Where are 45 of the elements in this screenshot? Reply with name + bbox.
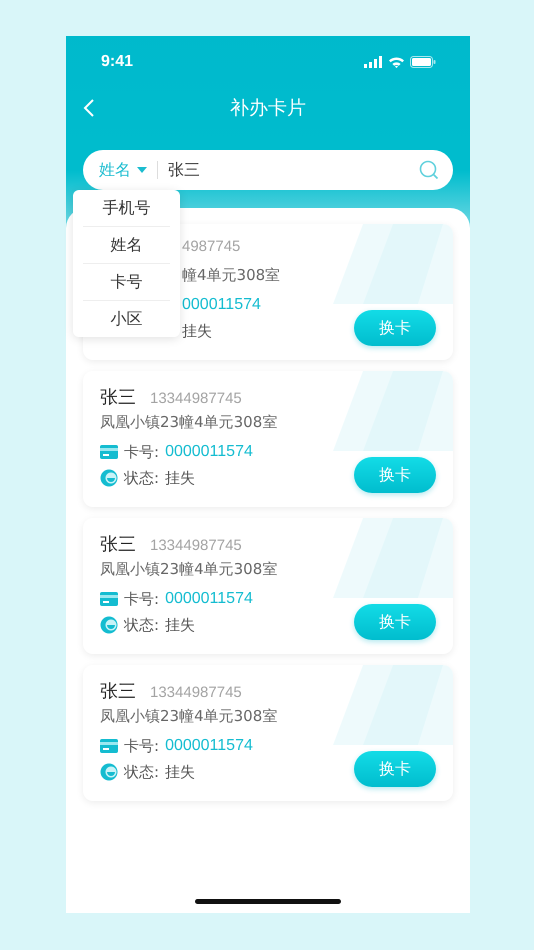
address: 凤凰小镇23幢4单元308室 [100,560,278,579]
status-label: 状态: [124,616,160,634]
search-value: 张三 [168,160,201,180]
battery-icon [410,56,436,68]
status-time: 9:41 [101,53,134,71]
dropdown-option[interactable]: 小区 [83,301,170,337]
page-title: 补办卡片 [230,96,306,121]
card-icon [100,591,118,607]
dropdown-option[interactable]: 卡号 [83,264,170,301]
address: 凤凰小镇23幢4单元308室 [100,413,278,432]
search-icon[interactable] [419,160,439,180]
status-icon [100,469,118,487]
status-value: 挂失 [165,762,196,782]
phone-number: 13344987745 [150,684,242,701]
dropdown-option[interactable]: 姓名 [83,227,170,264]
person-name: 张三 [100,680,136,703]
status-label: 状态: [124,468,160,488]
address: 幢4单元308室 [182,266,282,285]
card-number-label: 卡号: [124,736,160,756]
card-number-label: 卡号: [124,442,160,462]
caret-icon [137,167,147,173]
status-icon [100,616,118,634]
card-number: 000011574 [182,296,261,314]
back-icon[interactable] [83,98,95,118]
address: 凤凰小镇23幢4单元308室 [100,707,278,726]
person-name: 张三 [100,386,136,409]
person-name: 张三 [100,533,136,556]
search-field[interactable]: 姓名 张三 [83,150,453,190]
status-value: 挂失 [165,616,196,634]
card-icon [100,738,118,754]
status-value: 挂失 [165,468,196,488]
phone-number: 13344987745 [150,390,242,407]
card-icon [100,444,118,460]
signal-icon [364,56,383,68]
card-number-label: 卡号: [124,590,160,608]
card-number: 0000011574 [165,590,253,608]
status-icon [100,763,118,781]
wifi-icon [388,56,405,68]
card-number: 0000011574 [165,737,253,755]
phone-number: 4987745 [182,238,240,255]
card-number: 0000011574 [165,443,253,461]
phone-number: 13344987745 [150,537,242,554]
status-value: 挂失 [182,322,212,340]
status-label: 状态: [124,762,160,782]
dropdown-option[interactable]: 手机号 [83,190,170,227]
